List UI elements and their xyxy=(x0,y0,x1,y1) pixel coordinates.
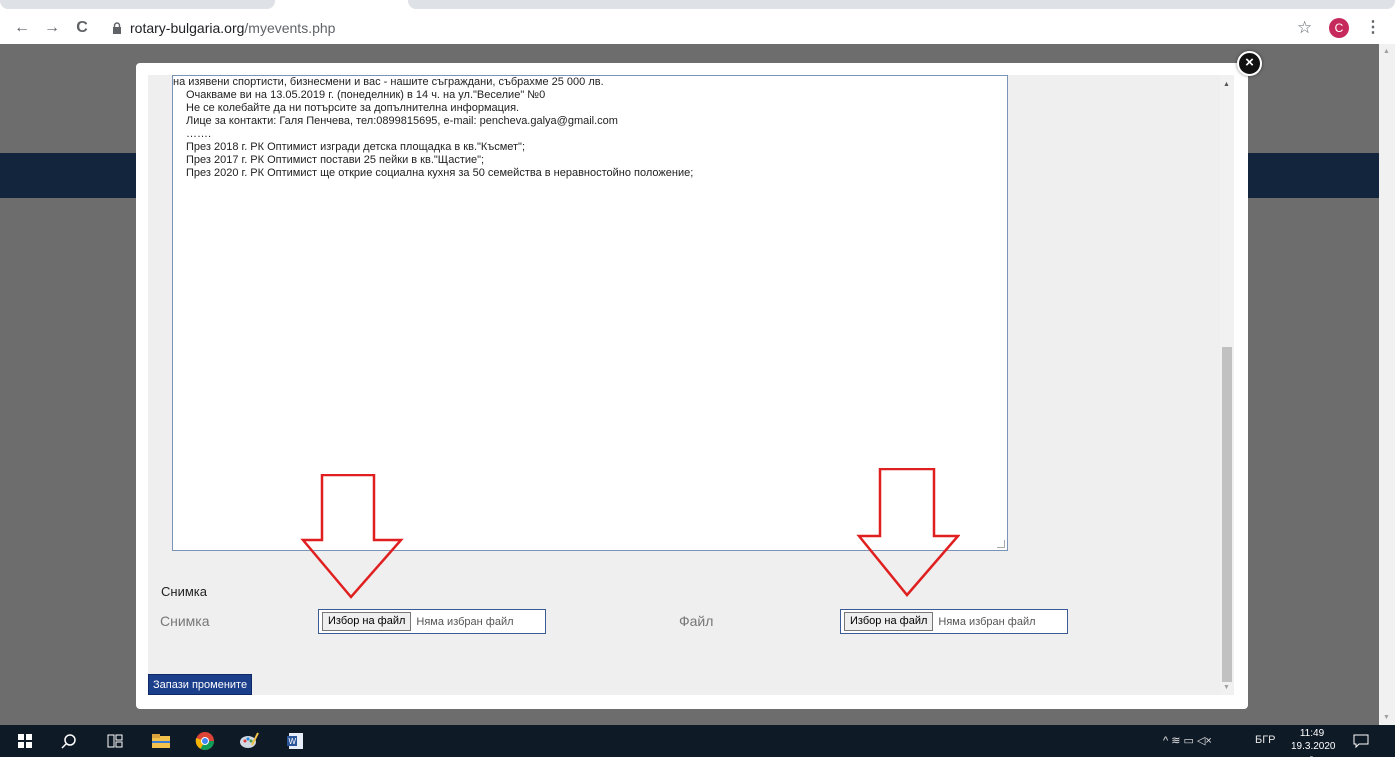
modal-scrollbar[interactable]: ▲ ▼ xyxy=(1220,75,1234,695)
file-explorer-icon[interactable] xyxy=(150,731,172,751)
annotation-arrow-icon xyxy=(300,474,404,599)
clock[interactable]: 11:49 19.3.2020 г. xyxy=(1291,727,1336,757)
file-input[interactable]: Избор на файл Няма избран файл xyxy=(840,609,1068,634)
clock-time: 11:49 xyxy=(1299,728,1325,739)
svg-text:W: W xyxy=(289,737,297,746)
photo-label: Снимка xyxy=(160,613,210,629)
address-bar[interactable]: rotary-bulgaria.org/myevents.php xyxy=(112,17,335,39)
reload-icon[interactable]: C xyxy=(72,19,92,37)
browser-tab[interactable] xyxy=(408,0,1395,9)
scrollbar-thumb[interactable] xyxy=(1222,347,1232,682)
paint-icon[interactable] xyxy=(238,731,260,751)
task-view-icon[interactable] xyxy=(104,731,126,751)
choose-file-button[interactable]: Избор на файл xyxy=(844,612,934,631)
annotation-arrow-icon xyxy=(856,468,960,597)
close-icon[interactable]: × xyxy=(1237,51,1262,76)
url-path: /myevents.php xyxy=(244,20,336,36)
scroll-up-icon[interactable]: ▲ xyxy=(1383,48,1390,55)
resize-handle[interactable] xyxy=(997,540,1005,548)
url-host: rotary-bulgaria.org xyxy=(130,20,245,36)
notifications-icon[interactable] xyxy=(1350,731,1372,751)
scroll-up-icon[interactable]: ▲ xyxy=(1223,81,1230,88)
tray-icons[interactable]: ^ ≋ ▭ ◁× xyxy=(1163,734,1212,747)
browser-menu-icon[interactable]: ⋮ xyxy=(1365,17,1381,37)
windows-start-icon[interactable] xyxy=(14,731,36,751)
forward-icon[interactable]: → xyxy=(42,19,62,37)
page-scrollbar[interactable]: ▲ ▼ xyxy=(1379,44,1395,725)
chrome-icon[interactable] xyxy=(194,731,216,751)
textarea-line: Очакваме ви на 13.05.2019 г. (понеделник… xyxy=(186,89,546,101)
choose-photo-button[interactable]: Избор на файл xyxy=(322,612,412,631)
textarea-line: През 2017 г. РК Оптимист постави 25 пейк… xyxy=(186,154,485,166)
scroll-down-icon[interactable]: ▼ xyxy=(1223,684,1230,691)
windows-taskbar: W ^ ≋ ▭ ◁× БГР 11:49 19.3.2020 г. xyxy=(0,725,1395,757)
save-changes-button[interactable]: Запази промените xyxy=(148,674,253,695)
profile-avatar[interactable]: C xyxy=(1329,18,1349,38)
photo-no-file-text: Няма избран файл xyxy=(416,615,514,628)
tab-strip xyxy=(0,0,1395,12)
textarea-line: на изявени спортисти, бизнесмени и вас -… xyxy=(173,76,604,88)
section-title: Снимка xyxy=(161,584,207,599)
textarea-line: Не се колебайте да ни потърсите за допъл… xyxy=(186,102,520,114)
textarea-line: Лице за контакти: Галя Пенчева, тел:0899… xyxy=(186,115,618,127)
modal-body: на изявени спортисти, бизнесмени и вас -… xyxy=(148,75,1220,695)
browser-tab[interactable] xyxy=(0,0,275,9)
photo-file-input[interactable]: Избор на файл Няма избран файл xyxy=(318,609,546,634)
bookmark-star-icon[interactable]: ☆ xyxy=(1297,18,1312,38)
back-icon[interactable]: ← xyxy=(12,19,32,37)
language-indicator[interactable]: БГР xyxy=(1255,734,1276,746)
textarea-line: През 2020 г. РК Оптимист ще открие социа… xyxy=(186,167,694,179)
textarea-line: През 2018 г. РК Оптимист изгради детска … xyxy=(186,141,526,153)
textarea-line: ……. xyxy=(186,128,212,140)
edit-event-modal: на изявени спортисти, бизнесмени и вас -… xyxy=(136,63,1248,709)
file-label: Файл xyxy=(679,613,714,629)
word-icon[interactable]: W xyxy=(284,731,306,751)
search-icon[interactable] xyxy=(58,731,80,751)
lock-icon xyxy=(113,22,121,34)
browser-chrome: ← → C rotary-bulgaria.org/myevents.php ☆… xyxy=(0,0,1395,44)
file-no-file-text: Няма избран файл xyxy=(938,615,1036,628)
clock-date: 19.3.2020 г. xyxy=(1291,741,1336,757)
scroll-down-icon[interactable]: ▼ xyxy=(1383,714,1390,721)
